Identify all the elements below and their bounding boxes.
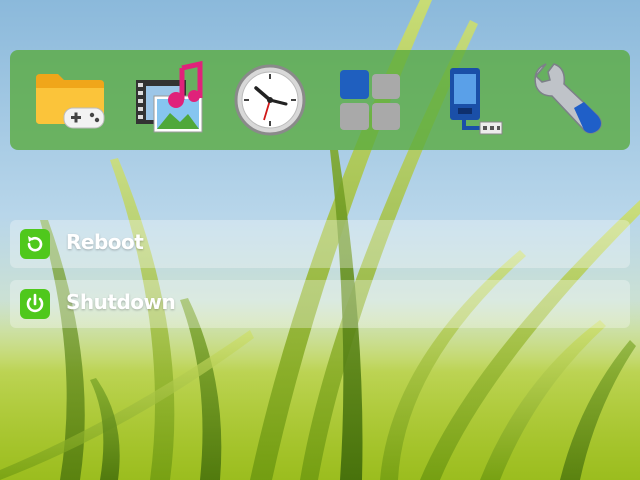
wrench-settings-icon[interactable] <box>528 58 612 142</box>
games-folder-icon[interactable] <box>28 58 112 142</box>
clock-icon[interactable] <box>228 58 312 142</box>
reboot-label: Reboot <box>66 230 144 254</box>
reboot-icon <box>20 229 50 259</box>
shutdown-button[interactable]: Shutdown <box>10 280 630 328</box>
app-dock <box>10 50 630 150</box>
shutdown-label: Shutdown <box>66 290 176 314</box>
phone-usb-icon[interactable] <box>428 58 512 142</box>
tiles-icon[interactable] <box>328 58 412 142</box>
power-icon <box>20 289 50 319</box>
reboot-button[interactable]: Reboot <box>10 220 630 268</box>
media-icon[interactable] <box>128 58 212 142</box>
